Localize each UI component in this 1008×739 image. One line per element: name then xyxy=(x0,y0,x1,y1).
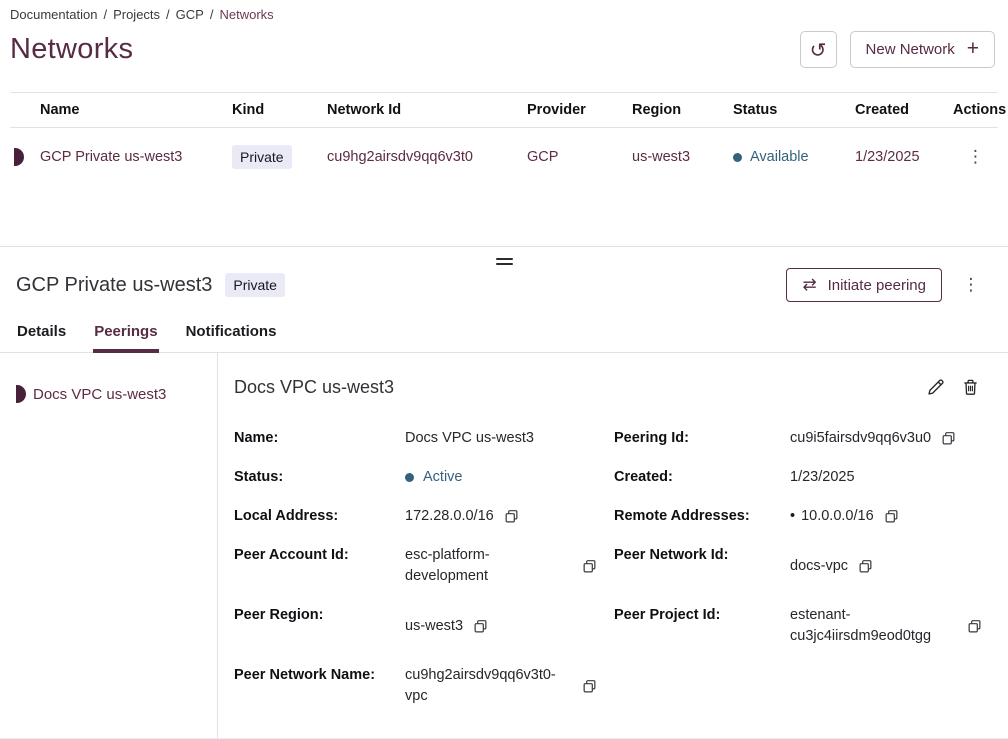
initiate-peering-label: Initiate peering xyxy=(828,277,926,294)
table-header: Name Kind Network Id Provider Region Sta… xyxy=(10,92,998,128)
field-label-peer-region: Peer Region: xyxy=(234,605,389,647)
networks-page: Documentation / Projects / GCP / Network… xyxy=(0,0,1008,247)
breadcrumb-separator: / xyxy=(166,7,170,22)
panel-resize-handle[interactable] xyxy=(490,256,519,267)
region-cell: us-west3 xyxy=(632,149,733,165)
field-label-status: Status: xyxy=(234,467,389,488)
field-label-peer-project-id: Peer Project Id: xyxy=(614,605,774,647)
peering-leaf-icon xyxy=(16,385,26,403)
page-title: Networks xyxy=(10,33,133,66)
kind-badge: Private xyxy=(232,145,292,169)
copy-icon[interactable] xyxy=(857,558,874,575)
field-label-peering-id: Peering Id: xyxy=(614,428,774,449)
field-label-created: Created: xyxy=(614,467,774,488)
peering-detail: Docs VPC us-west3 Name: Docs VPC us-west… xyxy=(218,353,1008,738)
field-value-created: 1/23/2025 xyxy=(790,467,983,488)
new-network-label: New Network xyxy=(866,41,955,58)
sidebar-item-docs-vpc[interactable]: Docs VPC us-west3 xyxy=(0,379,217,409)
breadcrumb-item-projects[interactable]: Projects xyxy=(113,7,160,22)
provider-cell: GCP xyxy=(527,149,632,165)
network-name-link[interactable]: GCP Private us-west3 xyxy=(40,149,182,165)
column-header-created: Created xyxy=(855,102,953,118)
field-value-peer-project-id: estenant-cu3jc4iirsdm9eod0tgg xyxy=(790,605,983,647)
field-value-peering-id: cu9i5fairsdv9qq6v3u0 xyxy=(790,428,983,449)
detail-tabs: Details Peerings Notifications xyxy=(0,317,1008,353)
column-header-network-id: Network Id xyxy=(327,102,527,118)
field-value-local-address: 172.28.0.0/16 xyxy=(405,506,598,527)
pencil-icon xyxy=(926,378,945,397)
field-value-name: Docs VPC us-west3 xyxy=(405,428,598,449)
bullet-icon: • xyxy=(790,506,795,527)
table-row[interactable]: GCP Private us-west3 Private cu9hg2airsd… xyxy=(10,128,998,186)
field-label-local-address: Local Address: xyxy=(234,506,389,527)
breadcrumb-separator: / xyxy=(210,7,214,22)
copy-icon[interactable] xyxy=(940,430,957,447)
detail-panel-title: GCP Private us-west3 xyxy=(16,274,212,297)
column-header-status: Status xyxy=(733,102,855,118)
status-label: Available xyxy=(750,149,809,165)
trash-icon xyxy=(961,378,980,397)
status-dot-icon xyxy=(733,153,742,162)
sidebar-item-label: Docs VPC us-west3 xyxy=(33,386,166,403)
copy-icon[interactable] xyxy=(472,618,489,635)
tab-peerings[interactable]: Peerings xyxy=(93,317,158,352)
plus-icon: + xyxy=(967,38,979,59)
peerings-sidebar: Docs VPC us-west3 xyxy=(0,353,218,738)
new-network-button[interactable]: New Network + xyxy=(850,31,995,68)
column-header-region: Region xyxy=(632,102,733,118)
status-dot-icon xyxy=(405,473,414,482)
swap-arrows-icon: ⇄ xyxy=(802,275,816,295)
edit-peering-button[interactable] xyxy=(924,376,946,398)
field-value-status: Active xyxy=(405,467,598,488)
network-detail-panel: GCP Private us-west3 Private ⇄ Initiate … xyxy=(0,247,1008,738)
column-header-name: Name xyxy=(14,102,232,118)
column-header-provider: Provider xyxy=(527,102,632,118)
breadcrumb: Documentation / Projects / GCP / Network… xyxy=(10,7,998,22)
field-label-peer-network-id: Peer Network Id: xyxy=(614,545,774,587)
breadcrumb-current-networks[interactable]: Networks xyxy=(219,7,273,22)
detail-kind-badge: Private xyxy=(225,273,285,297)
breadcrumb-separator: / xyxy=(103,7,107,22)
field-value-peer-network-name: cu9hg2airsdv9qq6v3t0-vpc xyxy=(405,665,598,707)
tab-details[interactable]: Details xyxy=(16,317,67,352)
field-value-peer-account-id: esc-platform-development xyxy=(405,545,598,587)
row-actions-kebab-icon[interactable]: ⋮ xyxy=(961,142,991,172)
network-leaf-icon xyxy=(14,148,24,166)
networks-table: Name Kind Network Id Provider Region Sta… xyxy=(10,92,998,186)
copy-icon[interactable] xyxy=(581,678,598,695)
field-value-peer-network-id: docs-vpc xyxy=(790,545,983,587)
peering-fields: Name: Docs VPC us-west3 Peering Id: cu9i… xyxy=(234,428,984,707)
copy-icon[interactable] xyxy=(581,558,598,575)
copy-icon[interactable] xyxy=(966,618,983,635)
breadcrumb-item-documentation[interactable]: Documentation xyxy=(10,7,97,22)
refresh-icon: ↺ xyxy=(810,38,827,62)
field-label-remote-addresses: Remote Addresses: xyxy=(614,506,774,527)
status-cell: Available xyxy=(733,149,855,165)
field-label-name: Name: xyxy=(234,428,389,449)
field-value-remote-addresses: • 10.0.0.0/16 xyxy=(790,506,983,527)
network-id-cell: cu9hg2airsdv9qq6v3t0 xyxy=(327,149,527,165)
column-header-actions: Actions xyxy=(953,102,1006,118)
column-header-kind: Kind xyxy=(232,102,327,118)
field-value-peer-region: us-west3 xyxy=(405,605,598,647)
peering-heading: Docs VPC us-west3 xyxy=(234,377,394,398)
copy-icon[interactable] xyxy=(503,508,520,525)
initiate-peering-button[interactable]: ⇄ Initiate peering xyxy=(786,268,942,302)
field-label-peer-account-id: Peer Account Id: xyxy=(234,545,389,587)
detail-actions-kebab-icon[interactable]: ⋮ xyxy=(956,270,986,300)
breadcrumb-item-gcp[interactable]: GCP xyxy=(176,7,204,22)
delete-peering-button[interactable] xyxy=(959,376,981,398)
field-label-peer-network-name: Peer Network Name: xyxy=(234,665,389,707)
tab-notifications[interactable]: Notifications xyxy=(185,317,278,352)
copy-icon[interactable] xyxy=(883,508,900,525)
created-cell: 1/23/2025 xyxy=(855,149,953,165)
refresh-button[interactable]: ↺ xyxy=(800,31,837,68)
